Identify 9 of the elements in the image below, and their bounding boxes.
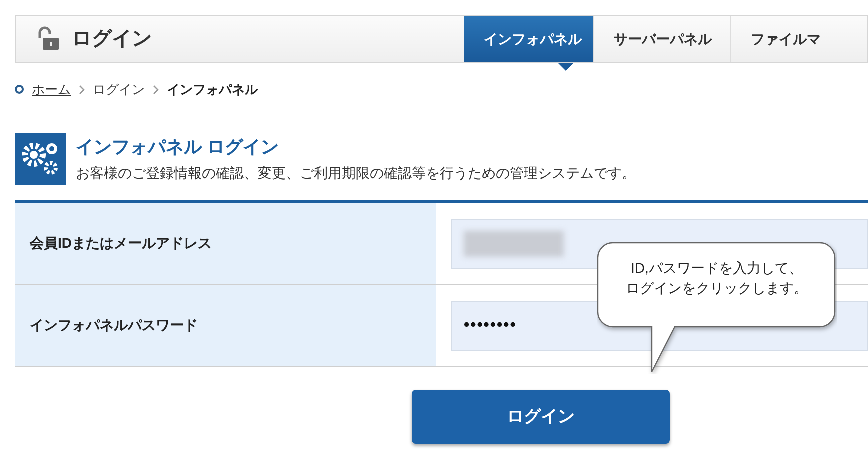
callout-text: ID,パスワードを入力して、: [631, 259, 803, 278]
field-label: インフォパネルパスワード: [30, 316, 198, 335]
breadcrumb-item: ログイン: [93, 81, 145, 99]
page-title: ログイン: [72, 27, 152, 52]
breadcrumb-item: インフォパネル: [167, 81, 258, 99]
description-text: お客様のご登録情報の確認、変更、ご利用期限の確認等を行うための管理システムです。: [76, 164, 636, 183]
section-title: インフォパネル ログイン: [76, 136, 280, 159]
field-label: 会員IDまたはメールアドレス: [30, 234, 212, 253]
callout-text: ログインをクリックします。: [626, 279, 808, 298]
